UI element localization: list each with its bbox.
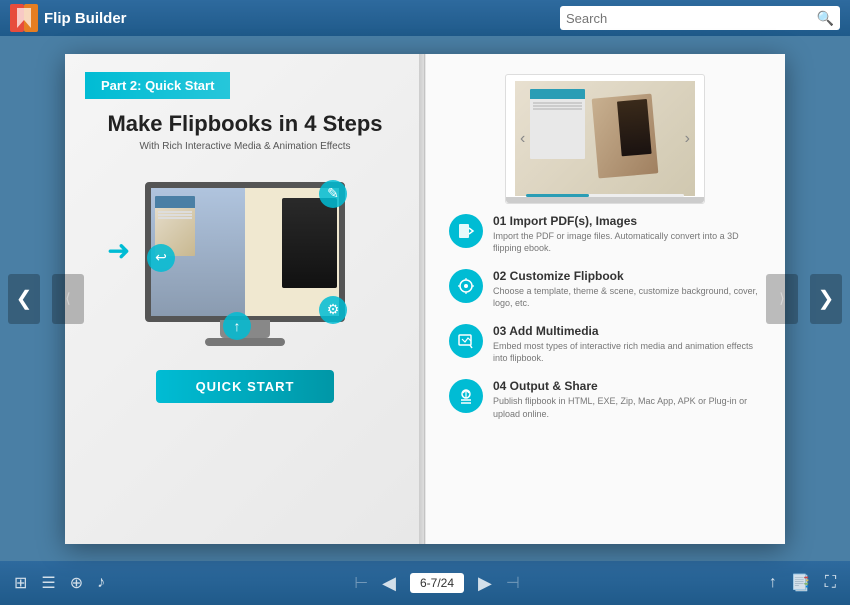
grid-view-icon[interactable]: ⊞ [14,573,27,593]
overlay-icon-upload: ↑ [223,312,251,340]
top-bar: Flip Builder 🔍 [0,0,850,36]
book-fold [424,54,426,544]
step-icon-4 [449,379,483,413]
step-text-2: 02 Customize Flipbook Choose a template,… [493,269,761,310]
share-icon[interactable]: ↑ [769,574,777,592]
bottom-right-tools: ↑ 📑 ⛶ [769,573,836,593]
logo-icon [10,4,38,32]
step-text-3: 03 Add Multimedia Embed most types of in… [493,324,761,365]
step-title-1: 01 Import PDF(s), Images [493,214,761,228]
step-title-2: 02 Customize Flipbook [493,269,761,283]
step-item-4: 04 Output & Share Publish flipbook in HT… [449,379,761,420]
step-item-2: 02 Customize Flipbook Choose a template,… [449,269,761,310]
laptop-preview: ‹ › [505,74,705,204]
main-title: Make Flipbooks in 4 Steps [85,111,405,137]
prev-page-nav-button[interactable]: ◀ [382,573,396,594]
step-desc-4: Publish flipbook in HTML, EXE, Zip, Mac … [493,395,761,420]
right-page: ‹ › [425,54,785,544]
step-item-3: 03 Add Multimedia Embed most types of in… [449,324,761,365]
search-input[interactable] [566,11,817,26]
step-text-4: 04 Output & Share Publish flipbook in HT… [493,379,761,420]
first-page-button[interactable]: ⟨ [52,274,84,324]
bottom-left-tools: ⊞ ☰ ⊕ ♪ [14,573,105,593]
step-item-1: 01 Import PDF(s), Images Import the PDF … [449,214,761,255]
audio-icon[interactable]: ♪ [97,574,105,592]
monitor-screen [145,182,345,322]
bottom-center-nav: ⊢ ◀ 6-7/24 ▶ ⊣ [354,573,520,594]
steps-list: 01 Import PDF(s), Images Import the PDF … [425,214,785,421]
laptop-chevron-right: › [685,130,690,148]
page-indicator[interactable]: 6-7/24 [410,573,464,593]
bookmark-icon[interactable]: 📑 [791,573,811,593]
zoom-icon[interactable]: ⊕ [70,573,83,593]
prev-page-button[interactable]: ❮ [8,274,40,324]
step-desc-3: Embed most types of interactive rich med… [493,340,761,365]
left-page: Part 2: Quick Start Make Flipbooks in 4 … [65,54,425,544]
screen-right [245,188,339,316]
step-text-1: 01 Import PDF(s), Images Import the PDF … [493,214,761,255]
last-page-button[interactable]: ⟩ [766,274,798,324]
step-desc-2: Choose a template, theme & scene, custom… [493,285,761,310]
overlay-icon-settings: ⚙ [319,296,347,324]
book: Part 2: Quick Start Make Flipbooks in 4 … [65,54,785,544]
step-title-4: 04 Output & Share [493,379,761,393]
first-page-nav-icon[interactable]: ⊢ [354,573,368,593]
search-icon[interactable]: 🔍 [817,10,834,27]
main-area: ⟨ ⟩ ❮ Part 2: Quick Start Make Flipbooks… [0,36,850,561]
step-title-3: 03 Add Multimedia [493,324,761,338]
next-page-nav-button[interactable]: ▶ [478,573,492,594]
laptop-chevron-left: ‹ [520,130,525,148]
step-icon-1 [449,214,483,248]
bottom-bar: ⊞ ☰ ⊕ ♪ ⊢ ◀ 6-7/24 ▶ ⊣ ↑ 📑 ⛶ [0,561,850,605]
app-title: Flip Builder [44,10,127,27]
overlay-icon-edit: ✎ [319,180,347,208]
next-page-button[interactable]: ❯ [810,274,842,324]
part-badge: Part 2: Quick Start [85,72,230,99]
overlay-icon-import: ↩ [147,244,175,272]
monitor-illustration: ➜ [135,162,355,362]
list-view-icon[interactable]: ☰ [41,573,55,593]
quick-start-button[interactable]: QUICK START [156,370,335,403]
laptop-book-page [592,94,659,179]
arrow-decoration: ➜ [107,234,130,267]
step-icon-2 [449,269,483,303]
search-box[interactable]: 🔍 [560,6,840,30]
step-icon-3 [449,324,483,358]
laptop-inner: ‹ › [515,81,695,196]
subtitle: With Rich Interactive Media & Animation … [65,141,425,152]
fullscreen-icon[interactable]: ⛶ [825,574,836,592]
monitor-base [205,338,285,346]
step-desc-1: Import the PDF or image files. Automatic… [493,230,761,255]
last-page-nav-icon[interactable]: ⊣ [506,573,520,593]
logo: Flip Builder [10,4,127,32]
